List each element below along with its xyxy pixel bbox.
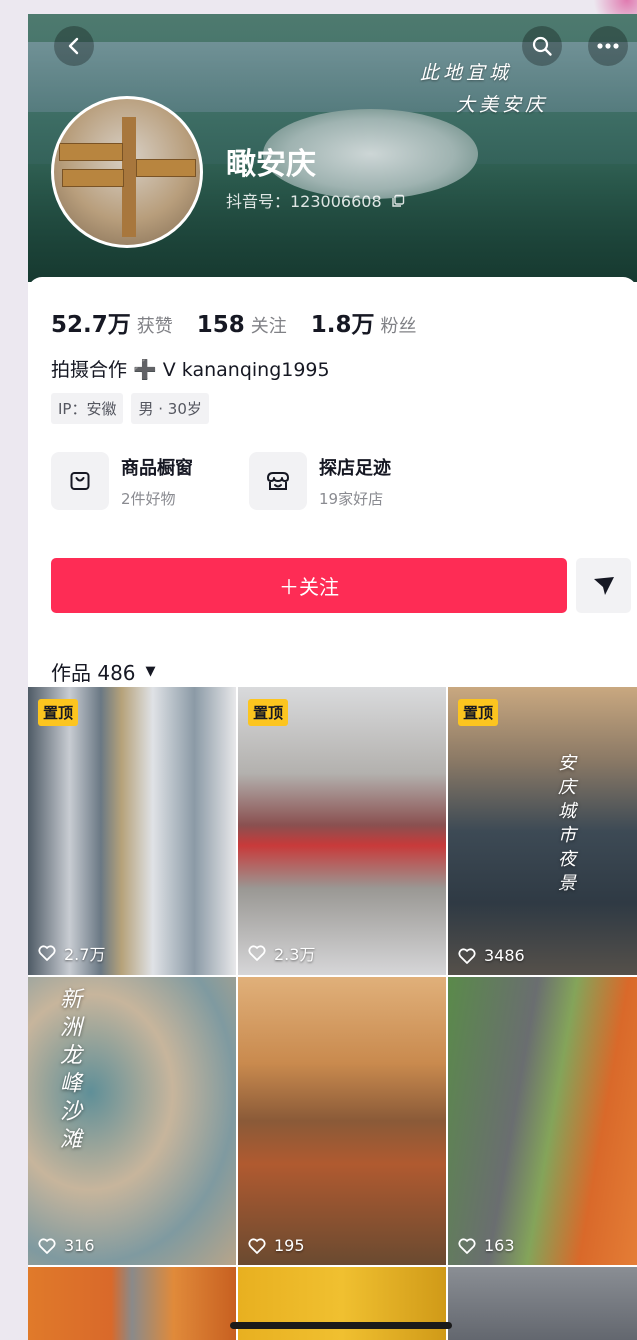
store-visits-entry[interactable]: 探店足迹 19家好店 [249, 452, 391, 510]
like-count-text: 195 [274, 1236, 305, 1255]
stat-label: 获赞 [136, 316, 173, 337]
works-count-label: 作品 486 [51, 661, 136, 685]
store-visits-subtitle: 19家好店 [319, 489, 384, 508]
send-arrow-icon [593, 576, 614, 595]
profile-info-card: 52.7万 获赞 158 关注 1.8万 粉丝 拍摄合作 ➕ V kananqi… [28, 277, 637, 1340]
video-tile[interactable]: 新洲龙峰沙滩 316 [28, 977, 236, 1265]
avatar-sign-plank [136, 159, 196, 177]
follow-button[interactable]: ＋关注 [51, 558, 567, 613]
stat-followers[interactable]: 1.8万 粉丝 [311, 305, 417, 339]
more-button[interactable] [588, 26, 628, 66]
ip-tag: IP：安徽 [51, 393, 124, 424]
video-tile[interactable]: 163 [448, 977, 637, 1265]
cover-caption-2: 大美安庆 [456, 94, 549, 116]
like-count: 2.7万 [38, 941, 105, 965]
like-count-text: 2.3万 [274, 945, 316, 964]
search-icon [532, 36, 552, 56]
like-count: 2.3万 [248, 941, 315, 965]
video-tile[interactable] [238, 1267, 446, 1340]
profile-tags: IP：安徽 男 · 30岁 [51, 393, 209, 424]
back-button[interactable] [54, 26, 94, 66]
home-indicator[interactable] [230, 1322, 452, 1329]
like-count-text: 316 [64, 1236, 95, 1255]
shop-window-entry[interactable]: 商品橱窗 2件好物 [51, 452, 193, 510]
back-arrow-icon [68, 37, 79, 55]
shop-window-icon-box [51, 452, 109, 510]
bio-text: 拍摄合作 ➕ V kananqing1995 [51, 359, 330, 381]
pinned-badge: 置顶 [458, 699, 499, 726]
video-overlay-text: 安庆城市夜景 [555, 753, 576, 897]
avatar-sign-plank [59, 143, 123, 161]
more-dots-icon [597, 43, 619, 49]
video-tile[interactable] [28, 1267, 236, 1340]
video-overlay-text: 新洲龙峰沙滩 [56, 987, 81, 1155]
avatar-signpost [122, 117, 136, 237]
shop-window-title: 商品橱窗 [121, 457, 193, 479]
stat-number: 52.7万 [51, 312, 131, 338]
share-button[interactable] [576, 558, 631, 613]
phone-screen: 此地宜城 大美安庆 瞰安庆 抖音号：123006608 52.7万 获赞 158… [28, 14, 637, 1340]
cover-caption-1: 此地宜城 [420, 62, 513, 84]
gender-age-tag: 男 · 30岁 [131, 393, 209, 424]
video-tile[interactable]: 置顶 安庆城市夜景 3486 [448, 687, 637, 975]
douyin-id[interactable]: 抖音号：123006608 [226, 188, 405, 212]
heart-icon [38, 1237, 56, 1254]
video-tile[interactable] [448, 1267, 637, 1340]
profile-name: 瞰安庆 [226, 147, 316, 182]
store-visits-icon-box [249, 452, 307, 510]
video-tile[interactable]: 置顶 2.3万 [238, 687, 446, 975]
stat-number: 1.8万 [310, 312, 375, 338]
douyin-id-text: 抖音号：123006608 [226, 192, 382, 211]
store-visits-title: 探店足迹 [319, 457, 391, 479]
stat-likes[interactable]: 52.7万 获赞 [51, 305, 173, 339]
copy-icon[interactable] [391, 194, 405, 208]
heart-icon [38, 945, 56, 961]
like-count: 163 [458, 1236, 515, 1255]
shop-window-subtitle: 2件好物 [121, 489, 176, 508]
stat-label: 关注 [250, 316, 287, 337]
stat-label: 粉丝 [380, 316, 417, 337]
avatar[interactable] [51, 96, 203, 248]
search-button[interactable] [522, 26, 562, 66]
video-tile[interactable]: 置顶 2.7万 [28, 687, 236, 975]
heart-icon [248, 945, 266, 961]
like-count-text: 163 [484, 1236, 515, 1255]
bag-icon [70, 472, 90, 490]
stat-number: 158 [196, 312, 245, 338]
like-count: 195 [248, 1236, 305, 1255]
store-icon [267, 472, 289, 490]
stats-row: 52.7万 获赞 158 关注 1.8万 粉丝 [51, 305, 441, 339]
like-count: 316 [38, 1236, 95, 1255]
heart-icon [458, 947, 476, 964]
pinned-badge: 置顶 [38, 699, 79, 726]
like-count: 3486 [458, 946, 525, 965]
avatar-sign-plank [62, 169, 124, 187]
pinned-badge: 置顶 [248, 699, 289, 726]
like-count-text: 3486 [484, 946, 525, 965]
heart-icon [458, 1237, 476, 1254]
like-count-text: 2.7万 [64, 945, 106, 964]
heart-icon [248, 1237, 266, 1254]
works-tab[interactable]: 作品 486 ▼ [51, 657, 156, 686]
video-tile[interactable]: 195 [238, 977, 446, 1265]
caret-down-icon: ▼ [145, 664, 156, 679]
stat-following[interactable]: 158 关注 [197, 312, 287, 338]
